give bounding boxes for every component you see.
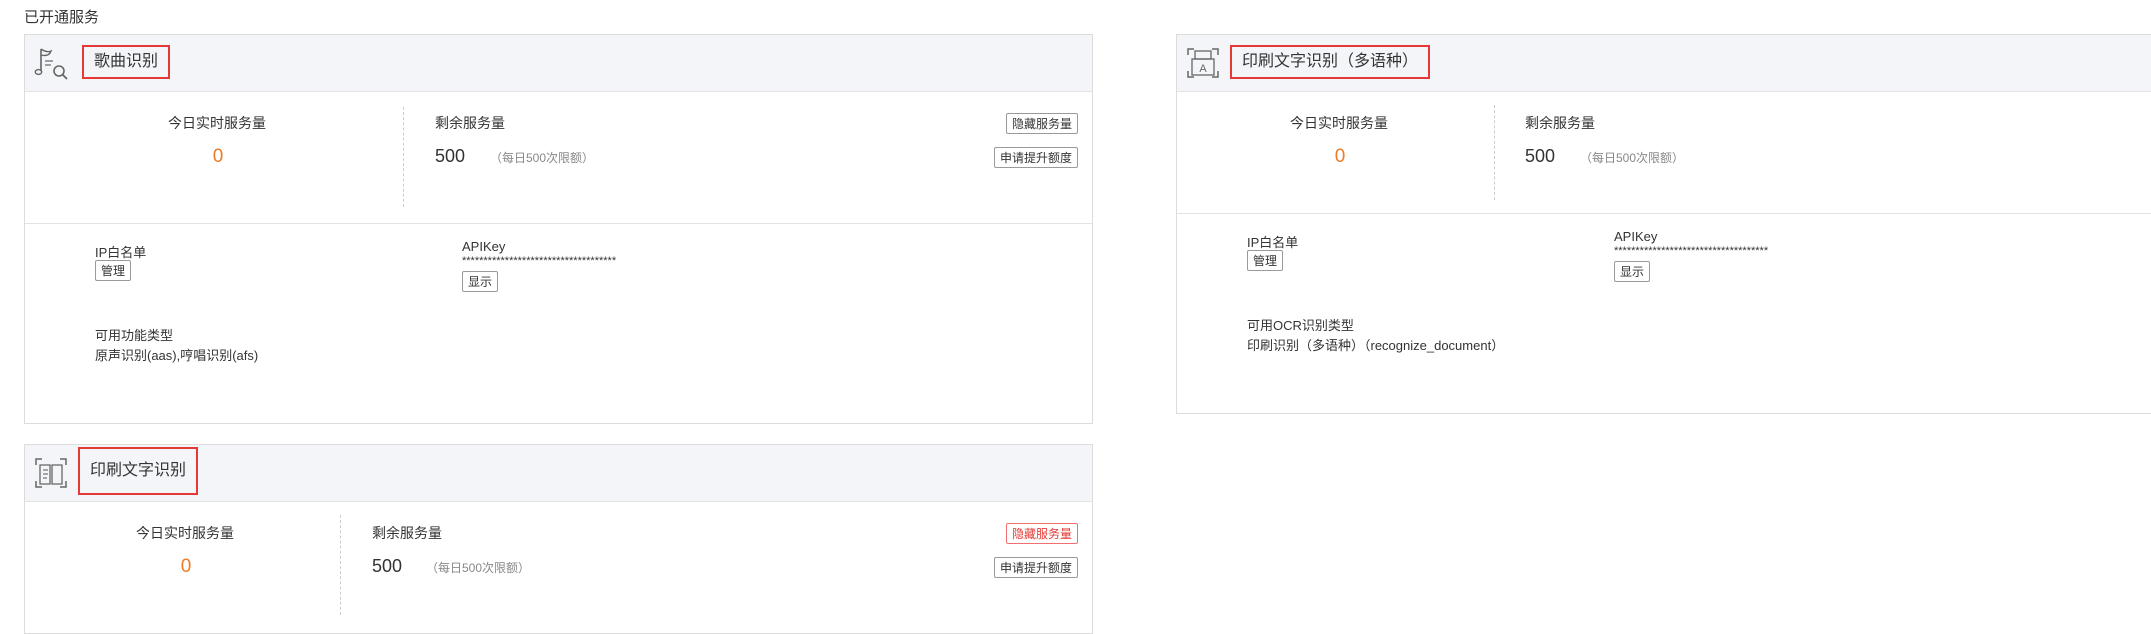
- features-value: 印刷识别（多语种）（recognize_document）: [1247, 338, 1505, 353]
- today-realtime-value: 0: [180, 556, 192, 577]
- features-value: 原声识别(aas),哼唱识别(afs): [95, 348, 259, 363]
- show-apikey-button[interactable]: 显示: [462, 271, 499, 292]
- today-realtime-label: 今日实时服务量: [136, 525, 234, 541]
- today-realtime-value: 0: [1334, 146, 1346, 167]
- remaining-label: 剩余服务量: [372, 525, 442, 541]
- manage-ip-button[interactable]: 管理: [95, 260, 132, 281]
- music-search-icon: [34, 48, 68, 80]
- service-card-song-recognition: 歌曲识别 今日实时服务量 0 剩余服务量 500 （每日500次限额） 隐藏服务…: [24, 34, 1093, 424]
- stats-divider: [1494, 105, 1495, 200]
- apikey-label: APIKey: [1614, 229, 1658, 244]
- remaining-label: 剩余服务量: [1525, 115, 1595, 131]
- card-header: A 印刷文字识别（多语种）: [1177, 35, 2151, 92]
- print-ocr-icon: A: [1187, 48, 1219, 78]
- svg-text:A: A: [1199, 63, 1207, 75]
- card-title: 印刷文字识别: [78, 447, 199, 495]
- card-divider: [1177, 213, 2151, 214]
- apply-quota-button[interactable]: 申请提升额度: [994, 147, 1079, 168]
- remaining-value: 500: [435, 146, 466, 166]
- today-realtime-label: 今日实时服务量: [168, 115, 266, 131]
- remaining-value: 500: [1525, 146, 1556, 166]
- ip-whitelist-label: IP白名单: [1247, 235, 1299, 250]
- today-realtime-value: 0: [212, 146, 224, 167]
- features-label: 可用OCR识别类型: [1247, 318, 1354, 333]
- card-header: 印刷文字识别: [25, 445, 1092, 502]
- manage-ip-button[interactable]: 管理: [1247, 250, 1284, 271]
- apply-quota-button[interactable]: 申请提升额度: [994, 557, 1079, 578]
- apikey-label: APIKey: [462, 239, 506, 254]
- quota-note: （每日500次限额）: [490, 151, 595, 165]
- apikey-masked: ************************************: [462, 255, 617, 267]
- remaining-value: 500: [372, 556, 403, 576]
- stats-divider: [403, 107, 404, 207]
- stats-divider: [340, 515, 341, 615]
- today-realtime-label: 今日实时服务量: [1290, 115, 1388, 131]
- apikey-masked: ************************************: [1614, 245, 1769, 257]
- ip-whitelist-label: IP白名单: [95, 245, 147, 260]
- document-scan-icon: [35, 458, 67, 488]
- service-card-print-ocr-multilang: A 印刷文字识别（多语种） 今日实时服务量 0 剩余服务量 500 （每日500…: [1176, 34, 2151, 414]
- quota-note: （每日500次限额）: [426, 561, 531, 575]
- service-card-print-ocr: 印刷文字识别 今日实时服务量 0 剩余服务量 500 （每日500次限额） 隐藏…: [24, 444, 1093, 634]
- show-apikey-button[interactable]: 显示: [1614, 261, 1651, 282]
- card-divider: [25, 223, 1092, 224]
- hide-service-button[interactable]: 隐藏服务量: [1006, 113, 1079, 134]
- quota-note: （每日500次限额）: [1580, 151, 1685, 165]
- features-label: 可用功能类型: [95, 328, 174, 343]
- hide-service-button[interactable]: 隐藏服务量: [1006, 523, 1079, 544]
- card-title: 歌曲识别: [82, 45, 171, 79]
- section-title: 已开通服务: [24, 9, 100, 26]
- card-title: 印刷文字识别（多语种）: [1230, 45, 1431, 79]
- remaining-label: 剩余服务量: [435, 115, 505, 131]
- card-header: 歌曲识别: [25, 35, 1092, 92]
